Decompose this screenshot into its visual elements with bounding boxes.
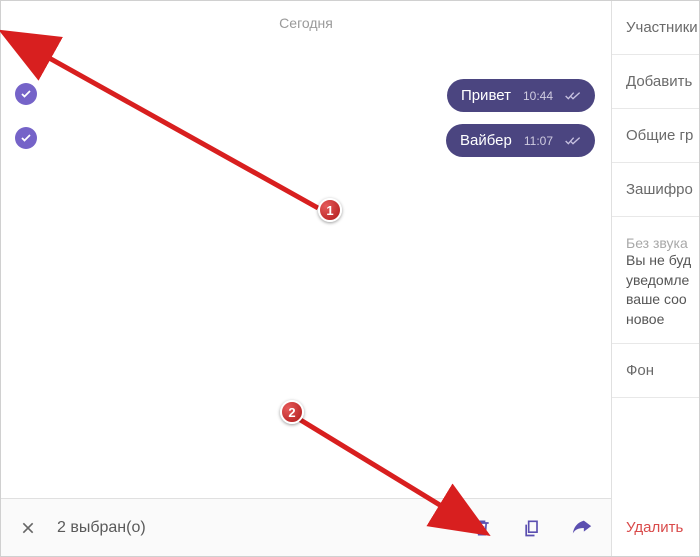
sidebar-item-delete[interactable]: Удалить: [612, 499, 699, 556]
chat-body: Привет 10:44 Вайбер 11:07: [1, 41, 611, 498]
forward-icon: [571, 517, 593, 539]
sidebar-item-encrypted[interactable]: Зашифро: [612, 163, 699, 217]
copy-button[interactable]: [521, 517, 543, 539]
date-header: Сегодня: [1, 1, 611, 41]
read-ticks-icon: [565, 91, 581, 101]
read-ticks-icon: [565, 136, 581, 146]
chat-area: Сегодня Привет 10:44 В: [1, 1, 611, 556]
selection-count-label: 2 выбран(о): [57, 519, 451, 537]
info-sidebar: Участники Добавить Общие гр Зашифро Без …: [611, 1, 699, 556]
message-time: 11:07: [524, 134, 553, 148]
forward-button[interactable]: [571, 517, 593, 539]
trash-icon: [472, 518, 492, 538]
close-selection-button[interactable]: [19, 519, 37, 537]
message-time: 10:44: [523, 89, 553, 103]
sidebar-item-nosound[interactable]: Без звука Вы не буд уведомле ваше соо но…: [612, 217, 699, 344]
message-checkbox[interactable]: [15, 83, 37, 105]
message-text: Вайбер: [460, 132, 512, 149]
nosound-text: Вы не буд уведомле ваше соо новое: [626, 251, 689, 329]
nosound-header: Без звука: [626, 235, 689, 251]
check-icon: [20, 88, 32, 100]
message-bubble[interactable]: Вайбер 11:07: [446, 124, 595, 157]
message-bubble[interactable]: Привет 10:44: [447, 79, 595, 112]
message-text: Привет: [461, 87, 511, 104]
copy-icon: [522, 518, 542, 538]
check-icon: [20, 132, 32, 144]
close-icon: [20, 520, 36, 536]
message-checkbox[interactable]: [15, 127, 37, 149]
sidebar-item-participants[interactable]: Участники: [612, 1, 699, 55]
delete-button[interactable]: [471, 517, 493, 539]
sidebar-item-add[interactable]: Добавить: [612, 55, 699, 109]
sidebar-item-background[interactable]: Фон: [612, 344, 699, 398]
selection-toolbar: 2 выбран(о): [1, 498, 611, 556]
sidebar-item-common-groups[interactable]: Общие гр: [612, 109, 699, 163]
